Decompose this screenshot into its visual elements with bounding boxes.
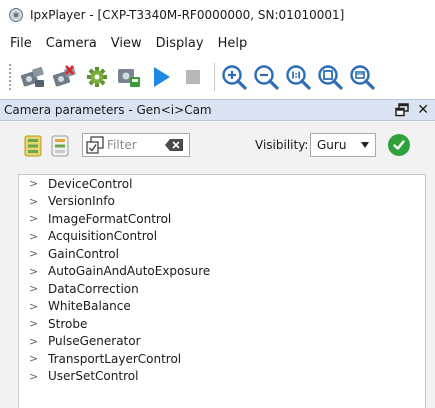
chevron-right-icon[interactable]: > (29, 317, 41, 330)
filter-input[interactable] (107, 136, 163, 154)
chevron-right-icon[interactable]: > (29, 230, 41, 243)
filter-bar: Visibility: Guru (0, 121, 435, 167)
tree-item-auto-gain-and-auto-exposure[interactable]: > AutoGainAndAutoExposure (19, 263, 425, 281)
camera-parameters-panel: Visibility: Guru > DeviceControl > Versi… (0, 121, 435, 408)
zoom-window-button[interactable] (347, 61, 377, 93)
tree-item-label: AcquisitionControl (48, 229, 158, 244)
app-logo-icon (9, 8, 23, 22)
tree-item-version-info[interactable]: > VersionInfo (19, 193, 425, 211)
play-button[interactable] (146, 61, 176, 93)
chevron-right-icon[interactable]: > (29, 335, 41, 348)
filter-field[interactable] (82, 133, 190, 157)
tree-item-label: AutoGainAndAutoExposure (48, 264, 211, 279)
toolbar (0, 56, 435, 98)
camera-settings-button[interactable] (82, 61, 112, 93)
toolbar-grip[interactable] (8, 63, 12, 91)
tree-item-device-control[interactable]: > DeviceControl (19, 175, 425, 193)
tree-item-gain-control[interactable]: > GainControl (19, 245, 425, 263)
zoom-in-icon (222, 65, 247, 90)
zoom-1to1-button[interactable] (283, 61, 313, 93)
tree-item-label: GainControl (48, 246, 119, 261)
menu-camera[interactable]: Camera (39, 36, 104, 51)
stop-icon (186, 70, 200, 84)
float-panel-icon[interactable] (395, 103, 410, 117)
panel-actions: ✕ (395, 103, 435, 117)
visibility-label: Visibility: (255, 138, 309, 152)
stop-button[interactable] (178, 61, 208, 93)
tree-item-label: DataCorrection (48, 281, 139, 296)
chevron-right-icon[interactable]: > (29, 247, 41, 260)
zoom-out-button[interactable] (251, 61, 281, 93)
save-image-icon (118, 69, 140, 87)
parameter-tree: > DeviceControl > VersionInfo > ImageFor… (18, 174, 426, 408)
tree-item-image-format-control[interactable]: > ImageFormatControl (19, 210, 425, 228)
window-title: IpxPlayer - [CXP-T3340M-RF0000000, SN:01… (30, 8, 345, 22)
tree-item-strobe[interactable]: > Strobe (19, 315, 425, 333)
tree-item-transport-layer-control[interactable]: > TransportLayerControl (19, 350, 425, 368)
tree-item-label: UserSetControl (48, 369, 139, 384)
chevron-right-icon[interactable]: > (29, 352, 41, 365)
zoom-in-button[interactable] (219, 61, 249, 93)
zoom-1to1-icon (286, 65, 311, 90)
tree-item-pulse-generator[interactable]: > PulseGenerator (19, 333, 425, 351)
zoom-fit-icon (318, 65, 343, 90)
chevron-right-icon[interactable]: > (29, 177, 41, 190)
menu-bar: File Camera View Display Help (0, 32, 254, 54)
menu-display[interactable]: Display (149, 36, 211, 51)
panel-title: Camera parameters - Gen<i>Cam (4, 103, 212, 117)
clear-filter-icon[interactable] (165, 139, 183, 151)
connect-camera-button[interactable] (18, 61, 48, 93)
apply-button[interactable] (388, 134, 410, 156)
chevron-right-icon[interactable]: > (29, 370, 41, 383)
camera-parameters-panel-header: Camera parameters - Gen<i>Cam ✕ (0, 99, 435, 121)
tree-item-acquisition-control[interactable]: > AcquisitionControl (19, 228, 425, 246)
tree-item-user-set-control[interactable]: > UserSetControl (19, 368, 425, 386)
tree-item-data-correction[interactable]: > DataCorrection (19, 280, 425, 298)
tree-item-label: VersionInfo (48, 194, 115, 209)
disconnect-camera-icon (52, 65, 76, 87)
disconnect-camera-button[interactable] (50, 61, 80, 93)
zoom-window-icon (350, 65, 375, 90)
chevron-right-icon[interactable]: > (29, 300, 41, 313)
menu-help[interactable]: Help (211, 36, 255, 51)
filter-icon (86, 136, 104, 154)
menu-view[interactable]: View (104, 36, 149, 51)
tree-item-label: WhiteBalance (48, 299, 131, 314)
tree-item-label: TransportLayerControl (48, 351, 182, 366)
tree-item-label: Strobe (48, 316, 88, 331)
app-window: IpxPlayer - [CXP-T3340M-RF0000000, SN:01… (0, 0, 435, 408)
title-bar: IpxPlayer - [CXP-T3340M-RF0000000, SN:01… (0, 0, 435, 30)
chevron-right-icon[interactable]: > (29, 195, 41, 208)
tree-item-white-balance[interactable]: > WhiteBalance (19, 298, 425, 316)
checkmark-icon (393, 140, 405, 150)
chevron-right-icon[interactable]: > (29, 282, 41, 295)
tree-item-label: DeviceControl (48, 176, 133, 191)
menu-file[interactable]: File (3, 36, 39, 51)
camera-settings-icon (87, 67, 107, 87)
visibility-select[interactable]: Guru (310, 133, 376, 157)
zoom-out-icon (254, 65, 279, 90)
tree-item-label: PulseGenerator (48, 334, 141, 349)
chevron-right-icon[interactable]: > (29, 265, 41, 278)
zoom-fit-button[interactable] (315, 61, 345, 93)
save-image-button[interactable] (114, 61, 144, 93)
close-panel-button[interactable]: ✕ (417, 103, 429, 117)
chevron-right-icon[interactable]: > (29, 212, 41, 225)
toolbar-separator (214, 63, 215, 91)
collapse-all-icon[interactable] (51, 135, 69, 157)
visibility-value: Guru (317, 138, 347, 152)
tree-item-label: ImageFormatControl (48, 211, 172, 226)
connect-camera-icon (20, 66, 44, 87)
chevron-down-icon (361, 142, 369, 148)
expand-all-icon[interactable] (24, 135, 42, 157)
play-icon (154, 67, 170, 87)
